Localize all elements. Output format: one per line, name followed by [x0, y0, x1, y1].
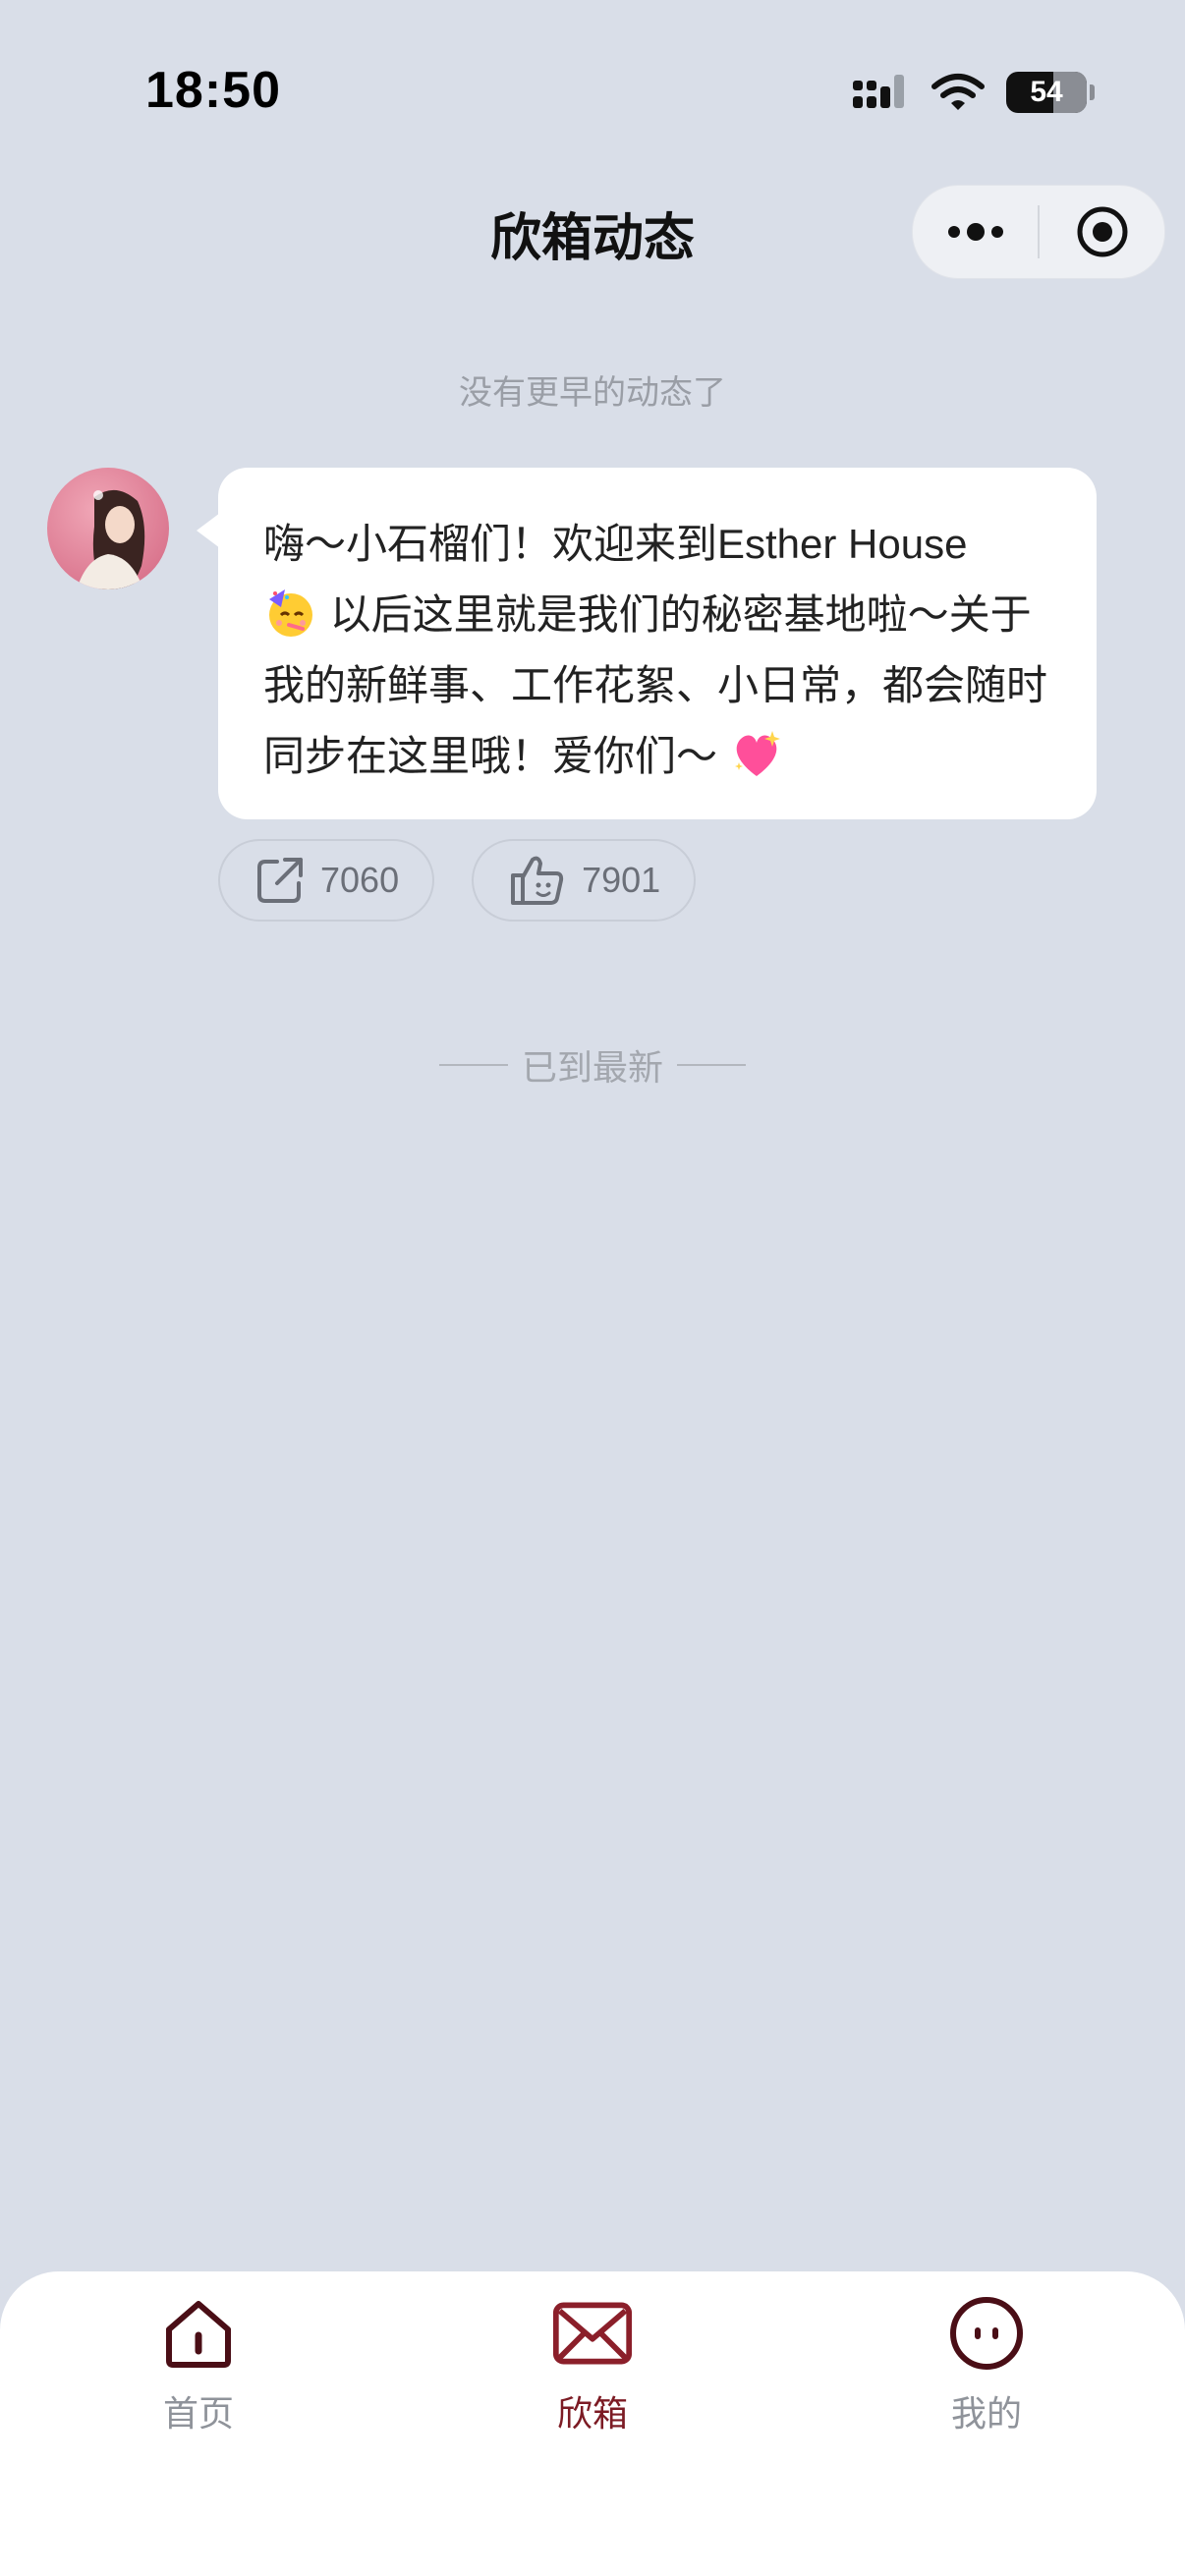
status-time: 18:50	[145, 62, 281, 119]
sparkling-heart-emoji-icon	[734, 731, 780, 776]
post-text-intro: 嗨～小石榴们！欢迎来到Esther House	[263, 521, 968, 567]
status-bar: 18:50 54	[0, 0, 1185, 187]
post-text-body: 以后这里就是我们的秘密基地啦～关于我的新鲜事、工作花絮、小日常，都会随时同步在这…	[263, 591, 1048, 779]
wifi-icon	[931, 74, 985, 110]
like-button[interactable]: 7901	[472, 839, 697, 922]
partying-face-emoji-icon	[269, 589, 312, 637]
share-button[interactable]: 7060	[218, 839, 435, 922]
post-actions: 7060 7901	[218, 839, 697, 922]
tab-inbox-label: 欣箱	[556, 2393, 628, 2434]
profile-face-icon	[950, 2297, 1023, 2370]
thumbs-up-icon	[511, 856, 564, 905]
tab-inbox[interactable]: 欣箱	[465, 2271, 720, 2468]
up-to-date-divider: 已到最新	[0, 1039, 1185, 1091]
tab-profile-label: 我的	[950, 2393, 1022, 2434]
like-count: 7901	[582, 860, 661, 900]
up-to-date-label: 已到最新	[521, 1047, 663, 1088]
post-bubble: 嗨～小石榴们！欢迎来到Esther House 以后这里就是我们的秘密基地啦～关…	[197, 468, 1097, 819]
share-external-icon	[257, 858, 303, 903]
close-miniprogram-button[interactable]	[1040, 186, 1164, 278]
target-close-icon	[1077, 206, 1127, 257]
no-earlier-posts-hint: 没有更早的动态了	[459, 374, 726, 412]
bottom-tab-bar: 首页 欣箱 我的	[0, 2271, 1185, 2576]
battery-level: 54	[1030, 76, 1063, 108]
miniprogram-capsule	[912, 185, 1165, 279]
tab-home[interactable]: 首页	[71, 2271, 326, 2468]
home-icon	[166, 2301, 231, 2368]
mail-icon	[552, 2302, 633, 2365]
more-button[interactable]	[913, 186, 1038, 278]
tab-profile[interactable]: 我的	[859, 2271, 1114, 2468]
battery-icon: 54	[1006, 72, 1095, 113]
share-count: 7060	[320, 860, 400, 900]
more-dots-icon	[947, 223, 1003, 241]
avatar[interactable]	[47, 468, 169, 589]
post-text: 嗨～小石榴们！欢迎来到Esther House 以后这里就是我们的秘密基地啦～关…	[263, 509, 1051, 792]
status-icons: 54	[851, 69, 1095, 116]
tab-home-label: 首页	[162, 2393, 234, 2434]
cellular-signal-icon	[853, 75, 904, 108]
